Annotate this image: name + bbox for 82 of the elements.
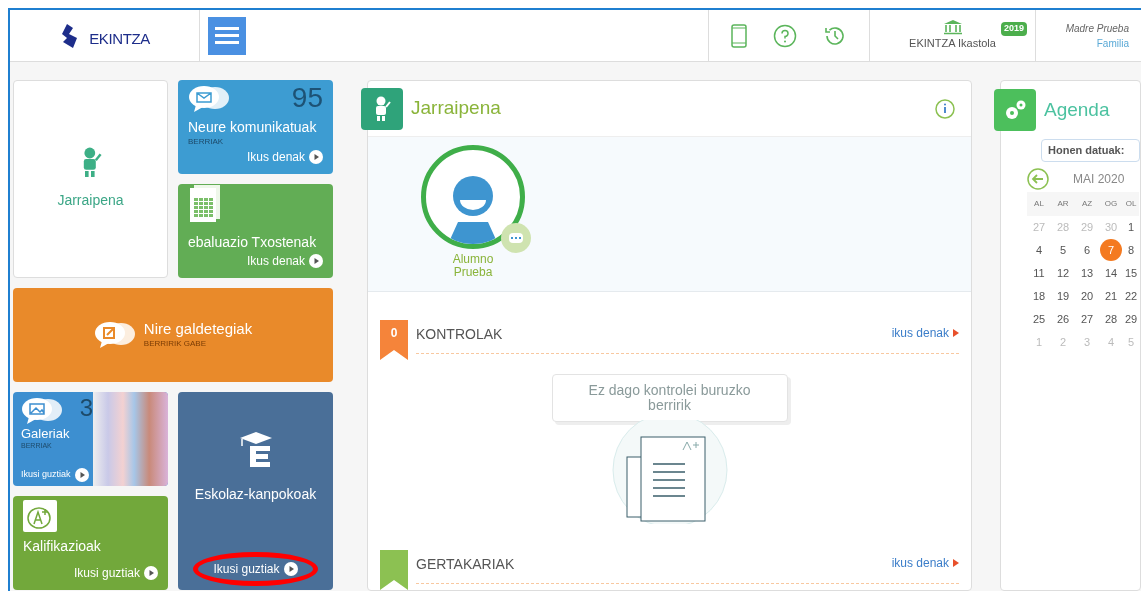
school-name: EKINTZA Ikastola [909, 36, 996, 52]
user-role: Familia [1096, 36, 1129, 51]
weekday-label: OG [1099, 191, 1123, 216]
see-all-link[interactable]: ikus denak [891, 554, 959, 572]
calendar-day[interactable]: 27 [1080, 310, 1094, 328]
weekday-label: OL [1123, 191, 1139, 216]
info-icon[interactable] [935, 98, 955, 119]
image-bubble-icon [21, 396, 63, 426]
messages-tile[interactable]: 95 Neure komunikatuak BERRIAK Ikus denak [178, 80, 333, 174]
chat-badge-icon[interactable] [501, 223, 531, 254]
calendar-day[interactable]: 18 [1032, 287, 1046, 305]
tile-status: BERRIRIK GABE [143, 338, 208, 351]
calendar-day[interactable]: 26 [1056, 310, 1070, 328]
play-icon [309, 254, 323, 268]
a-plus-grade-icon [23, 500, 57, 532]
menu-button[interactable] [208, 16, 246, 55]
tile-title: Eskolaz-kanpokoak [194, 485, 317, 504]
year-badge: 2019 [1000, 22, 1027, 36]
see-all-link[interactable]: Ikusi guztiak [21, 468, 93, 482]
date-filter[interactable]: Honen datuak: [1041, 139, 1140, 162]
see-all-link[interactable]: Ikusi guztiak [213, 560, 298, 578]
see-all-link[interactable]: Ikusi guztiak [73, 564, 158, 582]
calendar-day[interactable]: 1 [1127, 218, 1135, 236]
calendar-day[interactable]: 4 [1035, 241, 1043, 259]
tile-title: Nire galdetegiak [143, 319, 253, 339]
tile-title: Kalifikazioak [23, 537, 102, 556]
tile-status: BERRIAK [188, 136, 225, 148]
gallery-count: 3 [79, 396, 93, 420]
section-title: KONTROLAK [416, 325, 503, 344]
tracking-tile[interactable]: Jarraipena [13, 80, 168, 278]
calendar-day[interactable]: 19 [1056, 287, 1070, 305]
help-icon[interactable] [773, 23, 797, 48]
tile-title: Galeriak [21, 426, 71, 443]
arrow-right-icon [953, 559, 959, 567]
calendar-day[interactable]: 15 [1124, 264, 1138, 282]
calendar-day[interactable]: 21 [1104, 287, 1118, 305]
calendar-day[interactable]: 28 [1104, 310, 1118, 328]
calendar-day[interactable]: 20 [1080, 287, 1094, 305]
calendar-day[interactable]: 22 [1124, 287, 1138, 305]
tile-title: ebaluazio Txostenak [188, 234, 318, 252]
school-building-icon [942, 19, 963, 36]
calendar-day[interactable]: 12 [1056, 264, 1070, 282]
calendar-day[interactable]: 29 [1124, 310, 1138, 328]
calendar-day[interactable]: 7 [1100, 239, 1122, 261]
weekday-label: AZ [1075, 191, 1099, 216]
play-icon [309, 150, 323, 164]
tile-title: Neure komunikatuak [188, 118, 318, 136]
play-icon [144, 566, 158, 580]
see-all-link[interactable]: Ikus denak [246, 148, 323, 166]
month-label: MAI 2020 [1073, 170, 1125, 188]
panel-title: Agenda [1044, 97, 1110, 122]
logo-text: EKINTZA [89, 29, 150, 50]
calendar-day[interactable]: 6 [1083, 241, 1091, 259]
panel-title: Jarraipena [411, 96, 501, 121]
play-icon [74, 468, 89, 482]
count-ribbon: 0 [380, 320, 408, 360]
section-title: GERTAKARIAK [416, 555, 515, 574]
spreadsheet-icon [188, 184, 222, 222]
tablet-icon[interactable] [731, 23, 747, 48]
message-count: 95 [291, 84, 323, 112]
arrow-right-icon [953, 329, 959, 337]
calendar-day[interactable]: 13 [1080, 264, 1094, 282]
weekday-label: AR [1051, 191, 1075, 216]
calendar-day[interactable]: 25 [1032, 310, 1046, 328]
envelope-bubble-icon [188, 84, 230, 114]
user-name: Madre Prueba [1065, 21, 1129, 36]
edit-bubble-icon [93, 320, 136, 350]
student-name: Alumno Prueba [451, 253, 495, 280]
surveys-tile[interactable]: Nire galdetegiak BERRIRIK GABE [13, 288, 333, 382]
grades-tile[interactable]: Kalifikazioak Ikusi guztiak [13, 496, 168, 590]
calendar-day[interactable]: 14 [1104, 264, 1118, 282]
reports-tile[interactable]: ebaluazio Txostenak Ikus denak [178, 184, 333, 278]
calendar-day[interactable]: 11 [1033, 264, 1045, 282]
play-icon [283, 562, 298, 576]
activities-tile[interactable]: Eskolaz-kanpokoak Ikusi guztiak [178, 392, 333, 590]
calendar-day[interactable]: 8 [1127, 241, 1135, 259]
empty-message-bubble: Ez dago kontrolei buruzko berririk [551, 374, 788, 422]
tile-title: Jarraipena [57, 191, 124, 211]
see-all-link[interactable]: ikus denak [891, 324, 959, 342]
weekday-label: AL [1027, 191, 1051, 216]
calendar-day[interactable]: 5 [1059, 241, 1067, 259]
see-all-link[interactable]: Ikus denak [246, 252, 323, 270]
